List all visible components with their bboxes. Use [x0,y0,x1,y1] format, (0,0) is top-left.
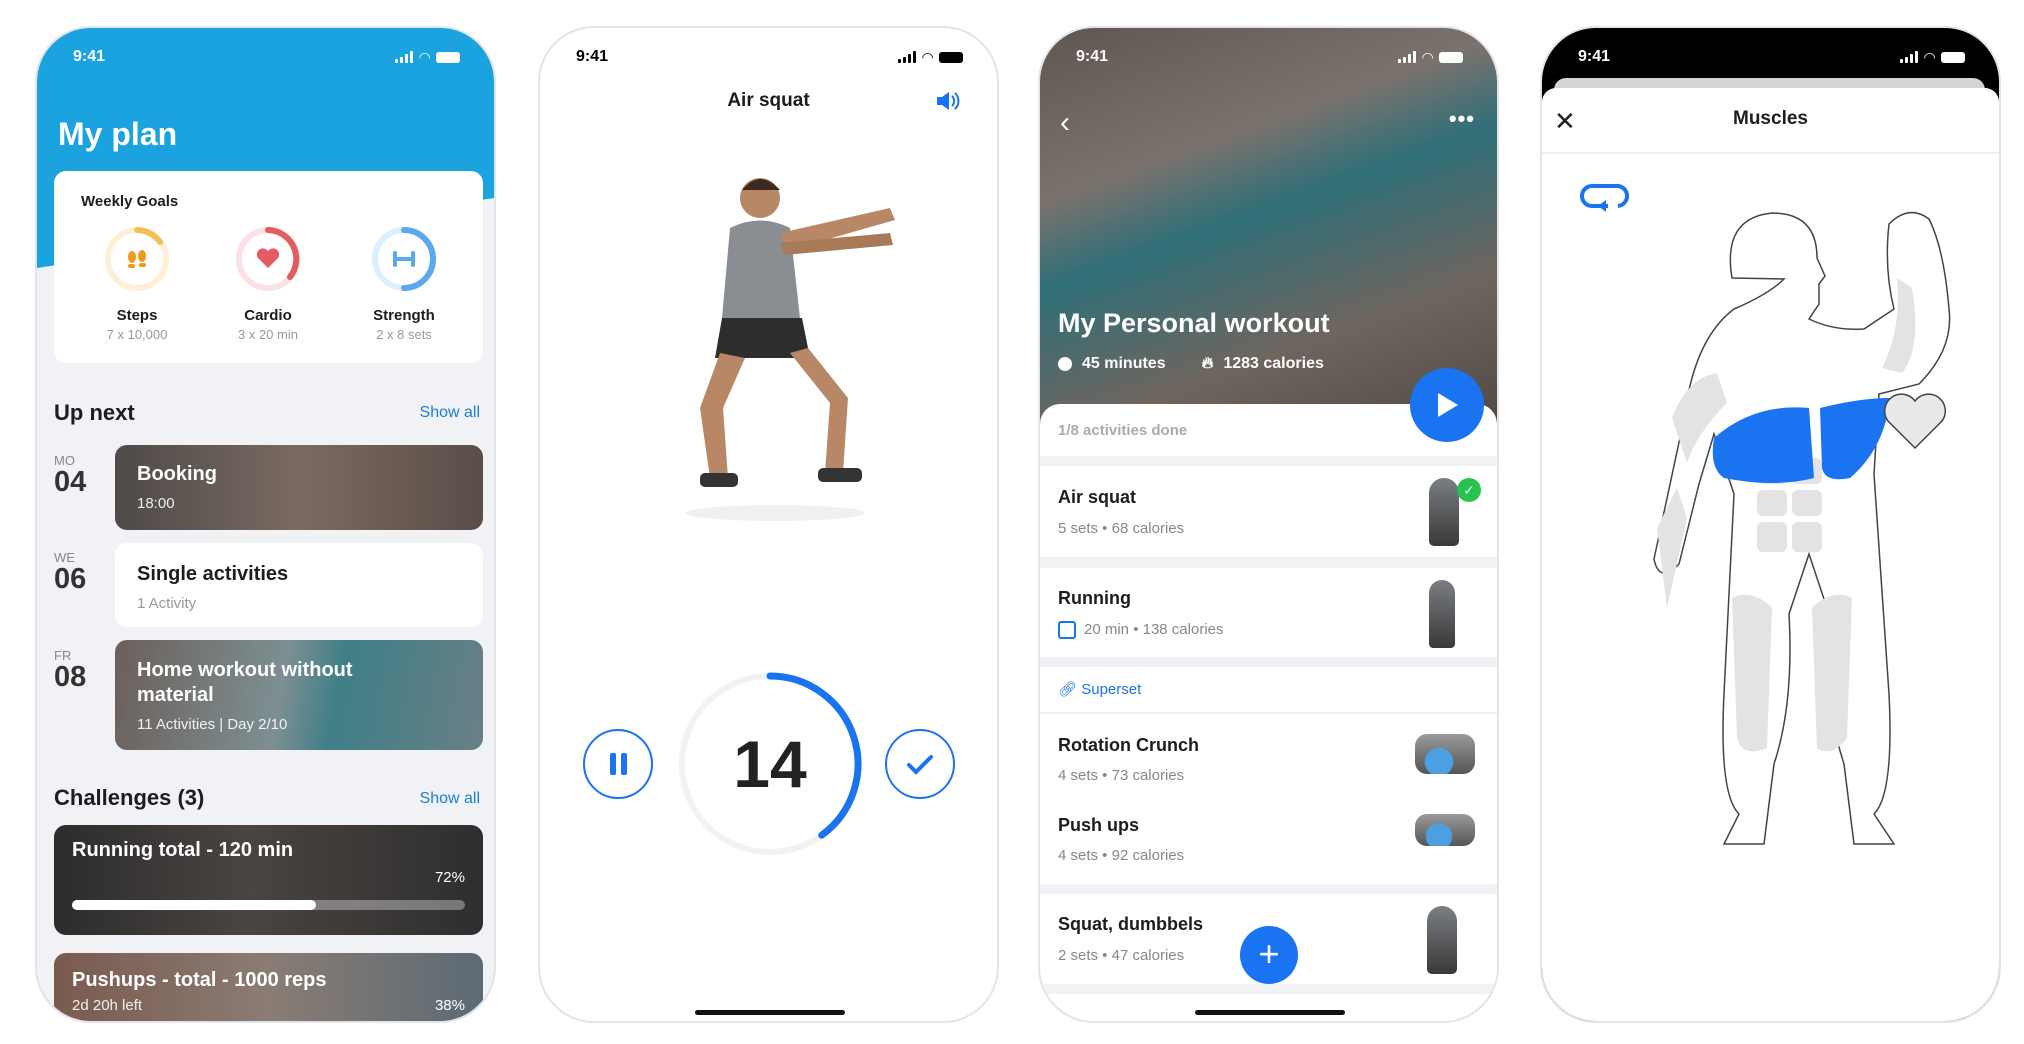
booking-card[interactable]: Booking 18:00 [115,445,483,530]
exercise-details: 4 sets • 92 calories [1058,847,1185,864]
exercise-title: Air squat [727,90,810,111]
status-time: 9:41 [1076,48,1109,65]
date-mo-04: MO 04 [54,453,87,498]
exercise-details: 5 sets • 68 calories [1058,520,1185,537]
clock-icon [1058,357,1072,371]
date-we-06: WE 06 [54,550,87,595]
exercise-details: 2 sets • 47 calories [1058,947,1185,964]
status-time: 9:41 [73,48,106,65]
pause-button[interactable] [583,729,653,799]
superset-label: 🔗︎ Superset [1058,681,1142,698]
challenge-progress-track [72,900,465,910]
goal-strength[interactable]: Strength 2 x 8 sets [344,226,464,342]
body-muscle-map [1653,211,1951,845]
single-activities-card[interactable]: Single activities 1 Activity [115,543,483,627]
challenges-heading: Challenges (3) [54,785,205,810]
page-title: My plan [58,116,178,152]
footsteps-icon [105,227,169,291]
exercise-details: 4 sets • 73 calories [1058,767,1185,784]
battery-icon [436,51,460,63]
back-chevron-icon[interactable]: ‹ [1060,108,1070,138]
workout-title: My Personal workout [1058,308,1330,338]
status-bar: 9:41 ◠ [576,46,963,68]
exercise-thumbnail [1415,814,1475,846]
challenge-progress-fill [72,900,316,910]
speaker-icon[interactable] [935,90,961,112]
pause-icon [609,753,616,775]
signal-icon [1398,51,1417,63]
notes-icon [1058,621,1076,639]
wifi-icon: ◠ [1422,48,1433,65]
complete-button[interactable] [885,729,955,799]
signal-icon [898,51,917,63]
dumbbell-icon [372,227,436,291]
status-time: 9:41 [1578,48,1611,65]
flame-icon: 🔥︎ [1201,355,1214,372]
start-workout-button[interactable] [1410,368,1484,442]
rep-counter: 14 [733,727,807,801]
challenge-running-card[interactable]: Running total - 120 min 72% [54,825,483,935]
done-check-icon: ✓ [1457,478,1481,502]
exercise-thumbnail [1429,478,1459,546]
signal-icon [1900,51,1919,63]
signal-icon [395,51,414,63]
exercise-row[interactable]: Running 20 min • 138 calories [1040,568,1497,657]
status-bar: 9:41 ◠ [1076,46,1463,68]
exercise-player-screen: 9:41 ◠ Air squat 14 [538,26,999,1023]
exercise-row[interactable]: Air squat 5 sets • 68 calories ✓ [1040,466,1497,557]
heart-cardio-icon[interactable] [1882,393,1948,453]
heart-icon [236,227,300,291]
status-time: 9:41 [576,48,609,65]
workout-detail-screen: 9:41 ◠ ‹ ••• My Personal workout 45 minu… [1038,26,1499,1023]
link-icon: 🔗︎ [1058,681,1082,698]
more-options-icon[interactable]: ••• [1449,106,1475,132]
wifi-icon: ◠ [922,48,933,65]
muscles-sheet: ✕ Muscles [1542,88,1999,1021]
exercise-thumbnail [1415,734,1475,774]
challenges-show-all-link[interactable]: Show all [420,790,480,808]
battery-icon [939,51,963,63]
status-bar: 9:41 ◠ [73,46,460,68]
exercise-thumbnail [1429,580,1455,648]
wifi-icon: ◠ [1924,48,1935,65]
play-icon [1438,393,1458,417]
muscles-screen: 9:41 ◠ ✕ Muscles [1540,26,2001,1023]
home-indicator [1195,1010,1345,1015]
home-indicator [695,1010,845,1015]
exercise-animation-figure [685,178,895,521]
up-next-show-all-link[interactable]: Show all [420,404,480,422]
exercise-thumbnail [1427,906,1457,974]
weekly-goals-title: Weekly Goals [81,193,179,210]
activities-done-text: 1/8 activities done [1058,422,1188,439]
plus-icon: + [1258,933,1280,974]
my-plan-screen: 9:41 ◠ My plan Weekly Goals Steps 7 x 10… [35,26,496,1023]
add-exercise-button[interactable]: + [1240,926,1298,984]
battery-icon [1439,51,1463,63]
wifi-icon: ◠ [419,48,430,65]
checkmark-icon [907,755,933,775]
goal-steps[interactable]: Steps 7 x 10,000 [77,226,197,342]
goal-cardio[interactable]: Cardio 3 x 20 min [208,226,328,342]
superset-group[interactable]: Rotation Crunch 4 sets • 73 calories Pus… [1040,714,1497,884]
workout-stats: 45 minutes 🔥︎ 1283 calories [1058,355,1324,373]
superset-label-row: 🔗︎ Superset [1040,667,1497,713]
status-bar: 9:41 ◠ [1578,46,1965,68]
weekly-goals-card[interactable]: Weekly Goals Steps 7 x 10,000 Cardio 3 x… [54,171,483,363]
challenge-pushups-card[interactable]: Pushups - total - 1000 reps 2d 20h left … [54,953,483,1021]
exercise-details: 20 min • 138 calories [1084,621,1224,638]
up-next-heading: Up next [54,400,135,425]
battery-icon [1941,51,1965,63]
date-fr-08: FR 08 [54,648,87,693]
home-workout-card[interactable]: Home workout without material 11 Activit… [115,640,483,750]
sheet-title: Muscles [1733,108,1808,129]
